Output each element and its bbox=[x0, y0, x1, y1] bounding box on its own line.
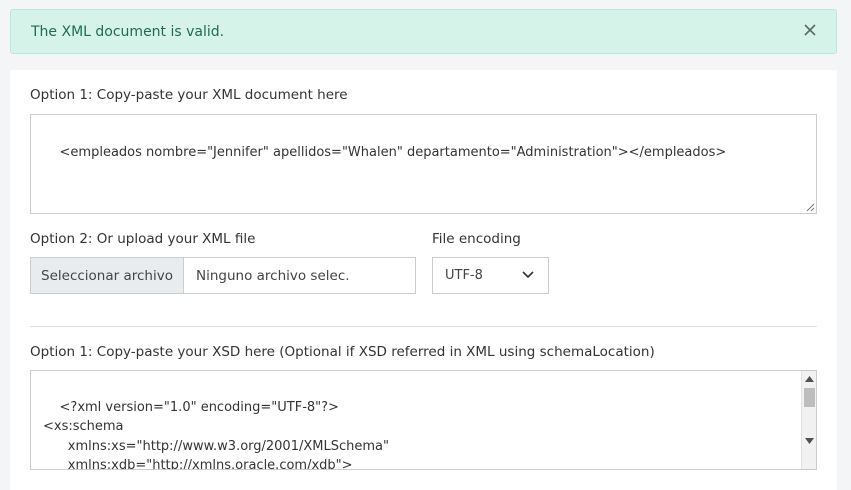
xml-option2-label: Option 2: Or upload your XML file bbox=[30, 231, 256, 247]
close-icon[interactable] bbox=[802, 22, 818, 38]
xsd-scrollbar[interactable] bbox=[801, 371, 816, 469]
scroll-down-icon[interactable] bbox=[805, 437, 814, 445]
validation-success-alert: The XML document is valid. bbox=[10, 9, 837, 54]
chevron-down-icon bbox=[522, 271, 534, 279]
xml-input-textarea[interactable]: <empleados nombre="Jennifer" apellidos="… bbox=[30, 114, 817, 214]
xml-input-content: <empleados nombre="Jennifer" apellidos="… bbox=[59, 144, 727, 160]
scroll-up-icon[interactable] bbox=[805, 375, 814, 383]
xml-option1-label: Option 1: Copy-paste your XML document h… bbox=[30, 87, 348, 103]
scroll-thumb[interactable] bbox=[804, 388, 815, 407]
xsd-input-textarea[interactable]: <?xml version="1.0" encoding="UTF-8"?> <… bbox=[30, 370, 817, 470]
file-encoding-label: File encoding bbox=[432, 231, 521, 247]
xml-file-upload[interactable]: Seleccionar archivo Ninguno archivo sele… bbox=[30, 257, 416, 294]
selected-file-name: Ninguno archivo selec. bbox=[196, 267, 350, 284]
xsd-input-content: <?xml version="1.0" encoding="UTF-8"?> <… bbox=[43, 399, 389, 470]
file-encoding-select[interactable]: UTF-8 bbox=[432, 257, 549, 294]
alert-message: The XML document is valid. bbox=[31, 23, 225, 40]
resize-grip-icon[interactable] bbox=[805, 202, 815, 212]
validator-card: Option 1: Copy-paste your XML document h… bbox=[10, 70, 837, 490]
xsd-option1-label: Option 1: Copy-paste your XSD here (Opti… bbox=[30, 344, 655, 360]
file-encoding-value: UTF-8 bbox=[445, 268, 483, 283]
choose-file-button[interactable]: Seleccionar archivo bbox=[31, 258, 184, 293]
section-divider bbox=[30, 326, 817, 327]
